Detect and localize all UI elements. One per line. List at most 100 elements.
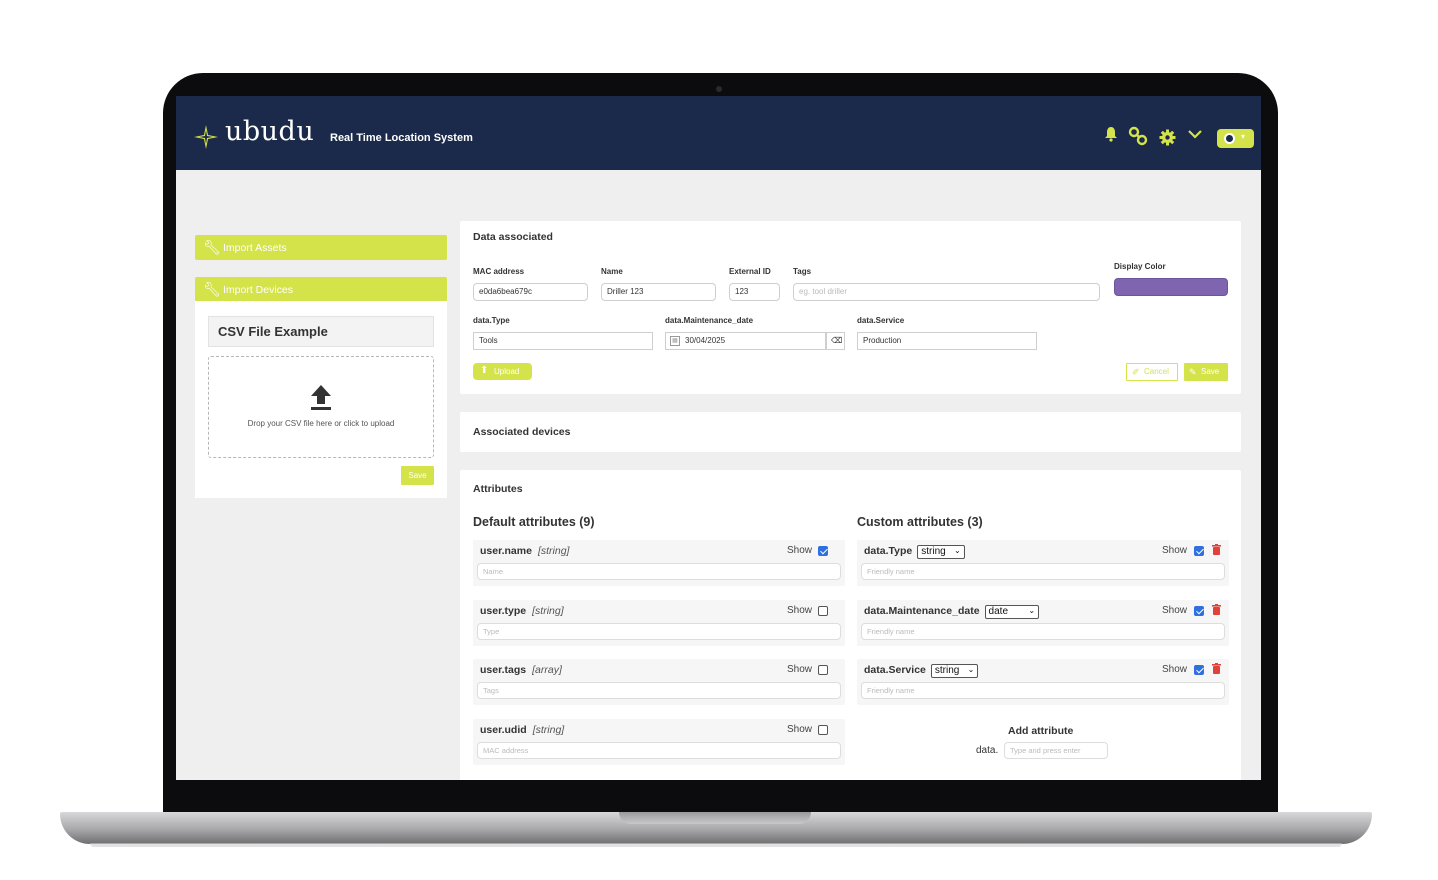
laptop-notch (619, 812, 811, 824)
wrench-icon: 🔧︎ (203, 281, 221, 297)
type-select[interactable]: string ⌄ (930, 664, 979, 678)
mac-label: MAC address (473, 267, 525, 276)
type-select[interactable]: string ⌄ (917, 545, 965, 559)
default-attr-row: user.udid [string] Show MAC address (473, 719, 845, 765)
top-header: ubudu Real Time Location System ▾ (176, 96, 1261, 170)
default-attr-row: user.type [string] Show Type (473, 600, 845, 646)
attr-name: user.type [string] (480, 605, 564, 617)
trash-icon[interactable] (1212, 663, 1221, 674)
show-checkbox[interactable] (818, 606, 828, 616)
display-color-label: Display Color (1114, 262, 1166, 271)
friendly-name-input[interactable]: Name (477, 563, 841, 580)
show-label: Show (1162, 664, 1188, 675)
chevron-down-icon: ⌄ (1028, 606, 1036, 615)
attr-name: data.Service string ⌄ (864, 664, 979, 678)
show-label: Show (787, 605, 813, 616)
custom-attr-row: data.Type string ⌄ Show Friendly name (857, 540, 1229, 586)
custom-attr-row: data.Service string ⌄ Show Friendly name (857, 659, 1229, 705)
data-associated-card: Data associated MAC address e0da6bea679c… (460, 221, 1241, 394)
user-menu[interactable]: ▾ (1217, 129, 1254, 148)
data-service-label: data.Service (857, 316, 905, 325)
csv-example-title[interactable]: CSV File Example (208, 316, 434, 347)
trash-icon[interactable] (1212, 604, 1221, 615)
save-button[interactable]: ✎ Save (1184, 363, 1228, 381)
cancel-label: Cancel (1144, 367, 1169, 376)
show-checkbox[interactable] (818, 725, 828, 735)
show-label: Show (787, 724, 813, 735)
link-icon[interactable] (1128, 126, 1148, 146)
show-checkbox[interactable] (1194, 606, 1204, 616)
tags-field[interactable]: eg. tool driller (793, 283, 1100, 301)
data-type-label: data.Type (473, 316, 510, 325)
friendly-name-input[interactable]: Friendly name (861, 563, 1225, 580)
gear-icon[interactable] (1157, 129, 1177, 149)
attr-name: user.name [string] (480, 545, 570, 557)
eraser-icon: ⌫ (831, 336, 843, 345)
show-checkbox[interactable] (818, 546, 828, 556)
avatar (1224, 133, 1235, 144)
add-attribute-input[interactable]: Type and press enter (1004, 742, 1108, 759)
default-attr-row: user.name [string] Show Name (473, 540, 845, 586)
wrench-icon: 🔧︎ (203, 239, 221, 255)
show-label: Show (787, 664, 813, 675)
import-assets-button[interactable]: 🔧︎ Import Assets (195, 235, 447, 260)
show-checkbox[interactable] (818, 665, 828, 675)
type-select[interactable]: date ⌄ (984, 605, 1040, 619)
add-attribute-prefix: data. (976, 745, 999, 756)
show-label: Show (1162, 605, 1188, 616)
maintenance-date-value: 30/04/2025 (685, 336, 726, 345)
maintenance-date-field[interactable]: ▦ 30/04/2025 (665, 332, 826, 350)
cancel-button[interactable]: ✐ Cancel (1126, 363, 1178, 381)
logo-star-icon (194, 125, 218, 149)
friendly-name-input[interactable]: Friendly name (861, 623, 1225, 640)
associated-devices-card[interactable]: Associated devices (460, 412, 1241, 452)
upload-icon (311, 385, 331, 410)
friendly-name-input[interactable]: MAC address (477, 742, 841, 759)
display-color-picker[interactable] (1114, 278, 1228, 296)
custom-attributes-title: Custom attributes (3) (857, 515, 983, 529)
csv-upload-panel: CSV File Example Drop your CSV file here… (195, 301, 447, 498)
logo-text[interactable]: ubudu (225, 116, 314, 147)
attributes-title: Attributes (473, 483, 523, 495)
trash-icon[interactable] (1212, 544, 1221, 555)
data-service-field[interactable]: Production (857, 332, 1037, 350)
edit-icon: ✎ (1189, 367, 1197, 377)
csv-save-button[interactable]: Save (401, 466, 434, 485)
friendly-name-input[interactable]: Tags (477, 682, 841, 699)
associated-devices-title: Associated devices (473, 426, 571, 438)
data-associated-title: Data associated (473, 231, 553, 243)
eraser-icon: ✐ (1132, 367, 1140, 377)
caret-down-icon: ▾ (1241, 132, 1246, 141)
attr-name: data.Maintenance_date date ⌄ (864, 605, 1040, 619)
maintenance-date-label: data.Maintenance_date (665, 316, 754, 325)
external-id-field[interactable]: 123 (729, 283, 780, 301)
app-title: Real Time Location System (330, 132, 473, 144)
calendar-icon: ▦ (670, 336, 680, 346)
data-type-field[interactable]: Tools (473, 332, 653, 350)
chevron-down-icon[interactable] (1185, 126, 1205, 146)
attributes-card: Attributes Default attributes (9) Custom… (460, 470, 1241, 780)
custom-attr-row: data.Maintenance_date date ⌄ Show Friendly… (857, 600, 1229, 646)
tags-label: Tags (793, 267, 812, 276)
bell-icon[interactable] (1101, 126, 1121, 146)
clear-date-button[interactable]: ⌫ (826, 332, 845, 350)
drop-zone-text: Drop your CSV file here or click to uplo… (247, 419, 395, 428)
mac-field[interactable]: e0da6bea679c (473, 283, 588, 301)
chevron-down-icon: ⌄ (967, 665, 975, 674)
show-checkbox[interactable] (1194, 546, 1204, 556)
friendly-name-input[interactable]: Type (477, 623, 841, 640)
show-label: Show (1162, 545, 1188, 556)
upload-button[interactable]: ⬆ Upload (473, 363, 532, 380)
import-devices-label: Import Devices (223, 284, 294, 296)
name-field[interactable]: Driller 123 (601, 283, 716, 301)
camera (716, 86, 722, 92)
save-label: Save (1201, 367, 1220, 376)
import-devices-button[interactable]: 🔧︎ Import Devices (195, 277, 447, 302)
attr-name: data.Type string ⌄ (864, 545, 965, 559)
attr-name: user.udid [string] (480, 724, 565, 736)
show-checkbox[interactable] (1194, 665, 1204, 675)
csv-drop-zone[interactable]: Drop your CSV file here or click to uplo… (208, 356, 434, 458)
default-attr-row: user.tags [array] Show Tags (473, 659, 845, 705)
add-attribute-title: Add attribute (1008, 725, 1074, 737)
friendly-name-input[interactable]: Friendly name (861, 682, 1225, 699)
